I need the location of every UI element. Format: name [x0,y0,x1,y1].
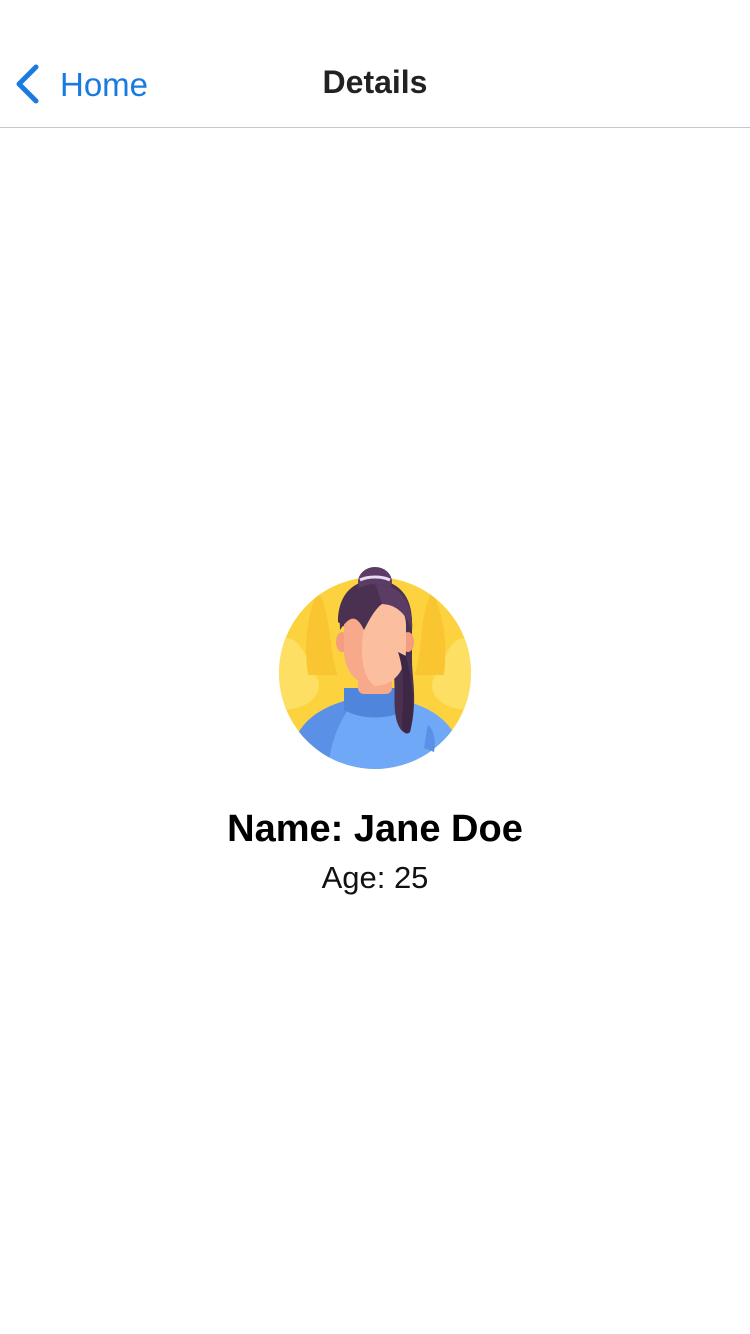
page-title: Details [322,64,428,100]
navigation-bar: Home Details [0,0,750,128]
profile-name: Name: Jane Doe [227,808,523,850]
profile-age: Age: 25 [321,860,429,895]
woman-avatar-icon [278,560,472,770]
details-screen: Home Details Name: Jane Doe Age: 25 [0,0,750,1334]
profile-details: Name: Jane Doe Age: 25 [0,560,750,893]
